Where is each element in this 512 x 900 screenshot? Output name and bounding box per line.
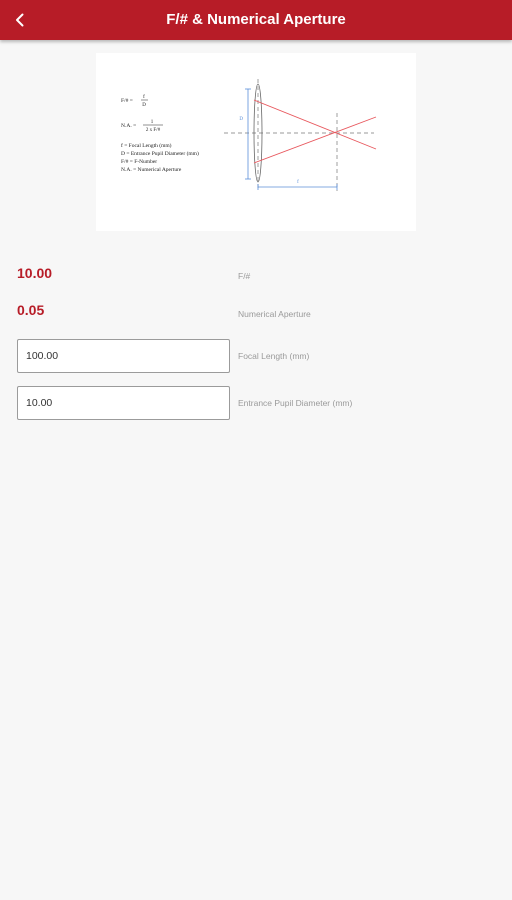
pupil-diameter-input[interactable] [18,387,229,419]
chevron-left-icon [16,13,24,27]
formula-na-denominator: 2 x F/# [146,128,161,133]
app-bar: F/# & Numerical Aperture [0,0,512,40]
formula-fnumber-numerator: f [143,95,145,100]
numerical-aperture-value: 0.05 [17,302,45,318]
fnumber-value: 10.00 [17,265,53,281]
focal-label: f [297,180,299,185]
pupil-diameter-field[interactable] [17,386,230,420]
optics-diagram-figure: F/# = f D N.A. = 1 2 x F/# f = Focal Len… [121,79,377,191]
legend-numerical-aperture: N.A. = Numerical Aperture [121,167,182,173]
formula-fnumber-denominator: D [142,103,146,108]
legend-pupil-diameter: D = Entrance Pupil Diameter (mm) [121,150,199,157]
optics-diagram: F/# = f D N.A. = 1 2 x F/# f = Focal Len… [96,53,416,231]
back-button[interactable] [6,6,34,34]
focal-length-input[interactable] [18,340,229,372]
page-title: F/# & Numerical Aperture [166,11,346,28]
pupil-diameter-label: Entrance Pupil Diameter (mm) [238,398,353,408]
diameter-label: D [239,117,243,122]
formula-na-numerator: 1 [151,120,154,125]
ray-top [253,99,377,150]
numerical-aperture-label: Numerical Aperture [238,309,311,319]
formula-na-lhs: N.A. = [121,123,136,129]
legend-f-number: F/# = F-Number [121,159,157,165]
legend-focal-length: f = Focal Length (mm) [121,142,172,149]
fnumber-label: F/# [238,271,251,281]
formula-fnumber-lhs: F/# = [121,98,133,104]
ray-bottom [253,116,377,164]
focal-length-field[interactable] [17,339,230,373]
focal-length-label: Focal Length (mm) [238,351,310,361]
